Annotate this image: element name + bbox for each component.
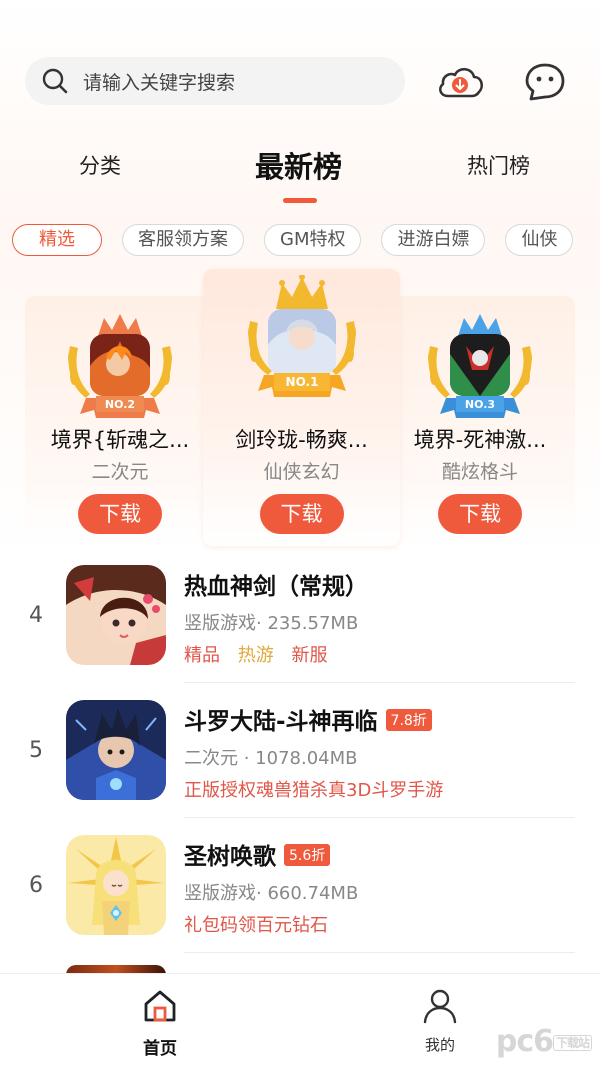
- nav-mine[interactable]: 我的: [390, 986, 490, 1055]
- row-divider: [184, 952, 575, 953]
- search-icon: [41, 67, 69, 95]
- game-title-text: 圣树唤歌: [184, 844, 276, 870]
- row-divider: [184, 682, 575, 683]
- row-divider: [184, 817, 575, 818]
- game-icon[interactable]: [66, 700, 166, 800]
- active-tab-indicator: [283, 198, 317, 203]
- podium-card-second[interactable]: NO.2 境界{斩魂之... 二次元 下载: [25, 296, 215, 546]
- tab-hot[interactable]: 热门榜: [467, 150, 530, 180]
- rank-label-first: NO.1: [285, 375, 318, 389]
- nav-mine-label: 我的: [424, 1036, 455, 1054]
- podium-card-third[interactable]: NO.3 境界-死神激... 酷炫格斗 下载: [385, 296, 575, 546]
- tag-new-server: 新服: [291, 645, 328, 666]
- download-button-second[interactable]: 下载: [78, 494, 162, 534]
- watermark-badge: 下载站: [552, 1035, 592, 1051]
- rank-badge-second: NO.2: [68, 314, 172, 418]
- game-icon[interactable]: [66, 835, 166, 935]
- bottom-navigation: 首页 我的 pc6 下载站: [0, 973, 600, 1067]
- discount-badge: 5.6折: [284, 844, 331, 866]
- user-icon: [423, 989, 457, 1024]
- game-meta: 竖版游戏· 660.74MB: [184, 883, 359, 904]
- tab-category[interactable]: 分类: [79, 150, 121, 180]
- rank-label-second: NO.2: [105, 398, 135, 411]
- game-description: 礼包码领百元钻石: [184, 915, 328, 936]
- list-item[interactable]: 4 热血神剑（常规） 竖版游戏· 235.57MB 精品 热游 新服: [0, 565, 600, 700]
- game-icon[interactable]: [66, 565, 166, 665]
- chip-gm-privilege[interactable]: GM特权: [264, 224, 362, 256]
- message-bubble-icon[interactable]: [520, 60, 570, 104]
- game-title-text: 斗罗大陆-斗神再临: [184, 709, 378, 735]
- chip-xianxia[interactable]: 仙侠: [505, 224, 574, 256]
- chip-free-play[interactable]: 进游白嫖: [381, 224, 486, 256]
- search-bar[interactable]: 请输入关键字搜索: [25, 57, 405, 105]
- filter-chip-bar: 精选 客服领方案 GM特权 进游白嫖 仙侠: [12, 224, 600, 258]
- rank-number: 5: [29, 738, 43, 763]
- game-tags: 精品 热游 新服: [184, 641, 339, 667]
- tag-hot: 热游: [237, 645, 274, 666]
- tag-quality: 精品: [184, 645, 220, 666]
- podium-genre-second: 二次元: [91, 461, 149, 483]
- download-button-third[interactable]: 下载: [438, 494, 522, 534]
- podium-card-first[interactable]: NO.1 剑玲珑-畅爽... 仙侠玄幻 下载: [203, 269, 400, 546]
- chip-service-plan[interactable]: 客服领方案: [122, 224, 244, 256]
- discount-badge: 7.8折: [385, 709, 432, 731]
- game-title: 圣树唤歌 5.6折: [184, 837, 331, 871]
- chip-featured[interactable]: 精选: [12, 224, 102, 256]
- nav-home-label: 首页: [143, 1039, 177, 1059]
- podium-name-first: 剑玲珑-畅爽...: [235, 428, 368, 452]
- rank-number: 6: [29, 873, 43, 898]
- list-item[interactable]: 6 圣树唤歌 5.6折 竖版游戏· 660.74MB 礼包码领百元钻石: [0, 835, 600, 970]
- watermark: pc6 下载站: [496, 1024, 592, 1059]
- download-cloud-icon[interactable]: [435, 60, 485, 104]
- tab-newest[interactable]: 最新榜: [255, 144, 342, 186]
- podium-genre-third: 酷炫格斗: [441, 461, 518, 483]
- home-icon: [144, 990, 176, 1022]
- game-description: 正版授权魂兽猎杀真3D斗罗手游: [184, 780, 444, 801]
- nav-home[interactable]: 首页: [110, 986, 210, 1059]
- podium-name-third: 境界-死神激...: [413, 428, 547, 452]
- podium-genre-first: 仙侠玄幻: [263, 461, 340, 483]
- game-meta: 二次元 · 1078.04MB: [184, 748, 358, 769]
- podium-name-second: 境界{斩魂之...: [50, 428, 190, 452]
- rank-badge-third: NO.3: [428, 314, 532, 418]
- rank-number: 4: [29, 603, 43, 628]
- rank-label-third: NO.3: [465, 398, 495, 411]
- game-title: 斗罗大陆-斗神再临 7.8折: [184, 702, 432, 736]
- search-placeholder: 请输入关键字搜索: [83, 71, 236, 94]
- game-title: 热血神剑（常规）: [184, 574, 368, 600]
- list-item[interactable]: 5 斗罗大陆-斗神再临 7.8折 二次元 · 1078.04MB 正版授权魂兽猎杀…: [0, 700, 600, 835]
- download-button-first[interactable]: 下载: [259, 494, 344, 534]
- watermark-text: pc6: [495, 1024, 554, 1059]
- game-meta: 竖版游戏· 235.57MB: [184, 613, 359, 634]
- rank-badge-first: NO.1: [247, 275, 356, 397]
